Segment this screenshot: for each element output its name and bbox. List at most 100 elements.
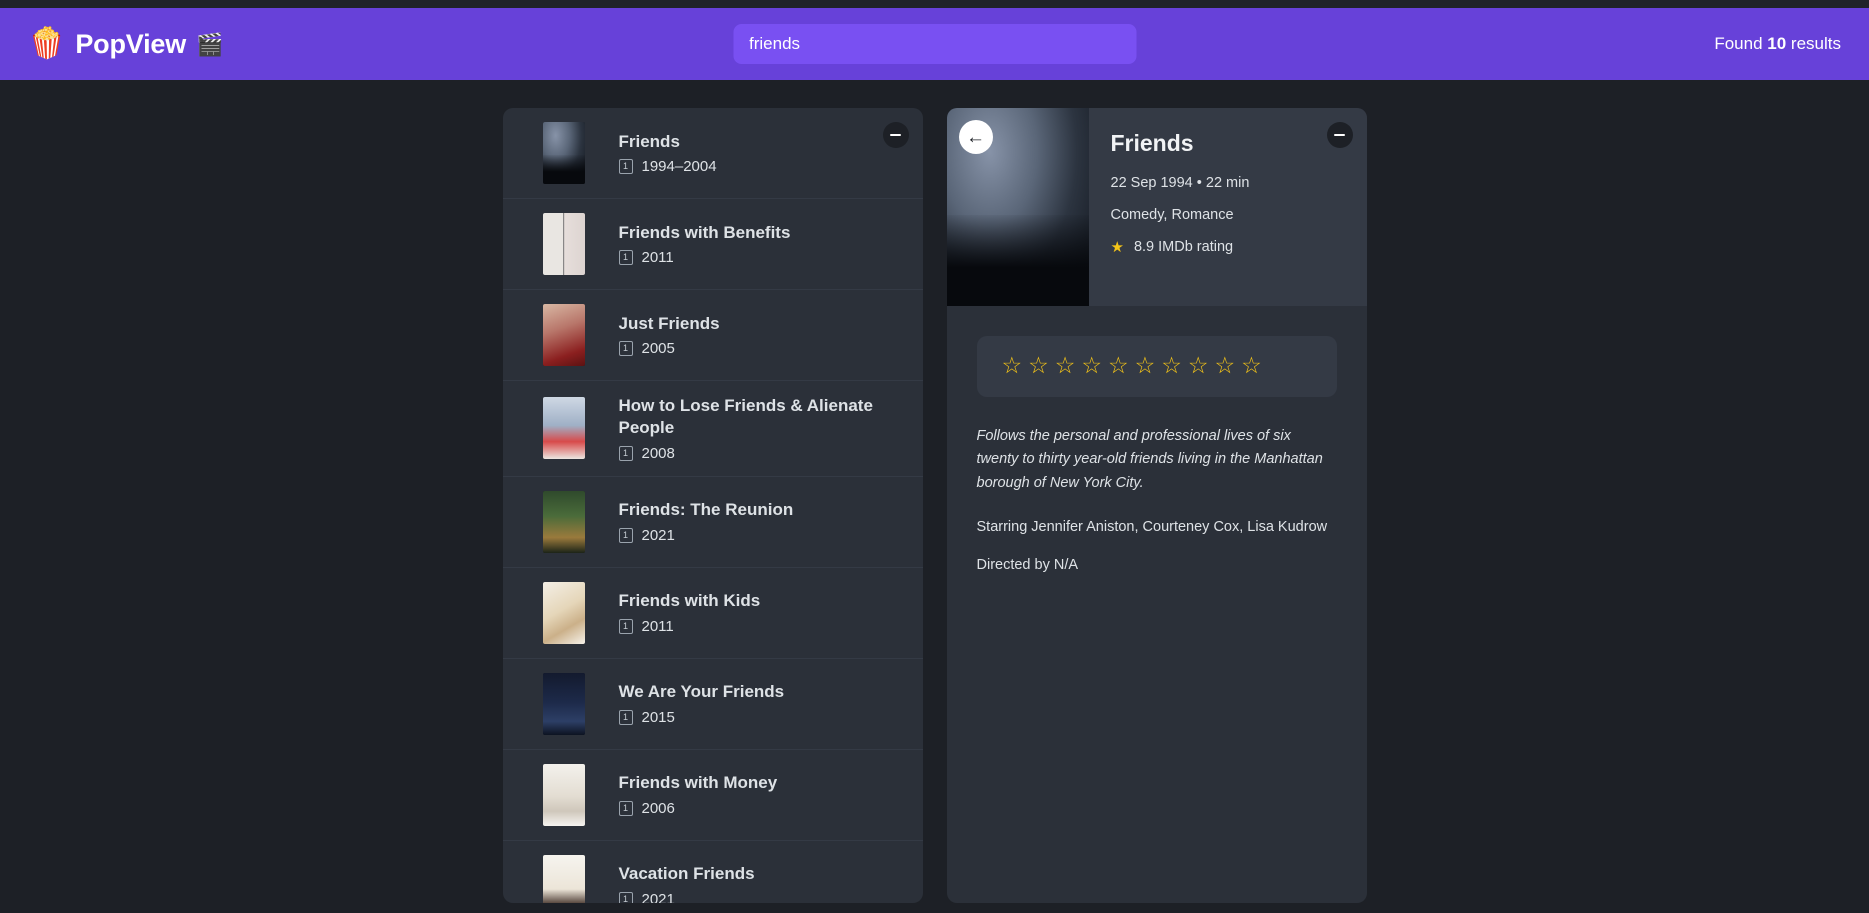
- poster-art: [542, 304, 585, 366]
- rating-star-6[interactable]: ☆: [1134, 355, 1157, 378]
- rating-star-5[interactable]: ☆: [1107, 355, 1130, 378]
- rating-star-2[interactable]: ☆: [1027, 355, 1050, 378]
- list-item-info: How to Lose Friends & Alienate People 1 20…: [618, 395, 895, 462]
- list-item-year: 2021: [641, 890, 675, 903]
- poster-thumbnail: [542, 490, 585, 553]
- list-item[interactable]: Friends 1 1994–2004: [502, 108, 923, 199]
- poster-art: [542, 763, 585, 826]
- list-item-title: Just Friends: [618, 313, 720, 333]
- list-item[interactable]: Friends with Benefits 1 2011: [502, 199, 923, 290]
- movie-detail-panel: ← Friends 22 Sep 1994 • 22 min Comedy, R…: [946, 108, 1367, 903]
- rating-star-4[interactable]: ☆: [1080, 355, 1103, 378]
- list-item-title: Friends: The Reunion: [618, 500, 794, 520]
- detail-plot: Follows the personal and professional li…: [976, 428, 1323, 491]
- list-item-title: Friends with Money: [618, 773, 778, 793]
- list-item-info: Vacation Friends 1 2021: [618, 863, 895, 903]
- app-brand: 🍿 PopView 🎬: [28, 29, 223, 60]
- rating-star-8[interactable]: ☆: [1187, 355, 1210, 378]
- list-item-info: Friends with Money 1 2006: [618, 772, 895, 817]
- calendar-icon: 1: [618, 445, 633, 461]
- calendar-icon: 1: [618, 800, 633, 816]
- list-item-meta: 1 2011: [618, 249, 895, 267]
- list-item-info: Friends 1 1994–2004: [618, 131, 895, 175]
- poster-art: [542, 397, 585, 460]
- calendar-icon: 1: [618, 341, 633, 357]
- search-input[interactable]: [733, 24, 1136, 64]
- calendar-icon: 1: [618, 709, 633, 725]
- clapperboard-icon: 🎬: [196, 32, 224, 57]
- poster-thumbnail: [542, 763, 585, 826]
- detail-starring: Starring Jennifer Aniston, Courteney Cox…: [976, 519, 1328, 536]
- list-item-meta: 1 2015: [618, 708, 895, 726]
- list-item-title: Friends: [618, 131, 680, 151]
- rating-star-1[interactable]: ☆: [1001, 355, 1024, 378]
- poster-thumbnail: [542, 304, 585, 366]
- poster-art: [542, 854, 585, 903]
- list-item-info: Friends: The Reunion 1 2021: [618, 499, 895, 544]
- results-panel: Friends 1 1994–2004 Friends with Benefits 1 2…: [502, 108, 923, 903]
- user-rating-widget[interactable]: ☆ ☆ ☆ ☆ ☆ ☆ ☆ ☆ ☆ ☆: [976, 336, 1337, 397]
- list-item[interactable]: Friends with Money 1 2006: [502, 750, 923, 841]
- detail-imdb-rating: ★ 8.9 IMDb rating: [1111, 239, 1347, 255]
- list-item[interactable]: Friends with Kids 1 2011: [502, 568, 923, 659]
- list-item-title: We Are Your Friends: [618, 682, 785, 702]
- app-header: 🍿 PopView 🎬 Found 10 results: [0, 8, 1869, 80]
- popcorn-icon: 🍿: [28, 27, 66, 60]
- detail-director: Directed by N/A: [976, 557, 1079, 574]
- poster-thumbnail: [542, 581, 585, 644]
- poster-art: [542, 672, 585, 735]
- calendar-icon: 1: [618, 527, 633, 543]
- list-item[interactable]: Vacation Friends 1 2021: [503, 841, 923, 903]
- poster-thumbnail: [542, 672, 585, 735]
- results-count: Found 10 results: [1714, 34, 1841, 54]
- list-item-title: Friends with Benefits: [618, 222, 791, 242]
- list-item-year: 2005: [641, 340, 675, 358]
- list-item[interactable]: How to Lose Friends & Alienate People 1 20…: [502, 381, 923, 477]
- poster-thumbnail: [542, 213, 585, 275]
- poster-art: [542, 213, 585, 275]
- results-count-prefix: Found: [1714, 34, 1763, 53]
- window-chrome-strip: [0, 0, 1869, 8]
- list-item-title: How to Lose Friends & Alienate People: [618, 396, 873, 437]
- detail-body: ☆ ☆ ☆ ☆ ☆ ☆ ☆ ☆ ☆ ☆ Follows the personal and prof…: [947, 306, 1367, 903]
- list-item-year: 2015: [641, 708, 675, 726]
- list-item-year: 2006: [641, 799, 675, 817]
- list-item-title: Vacation Friends: [618, 864, 755, 884]
- results-count-suffix: results: [1790, 34, 1841, 53]
- rating-star-10[interactable]: ☆: [1240, 355, 1263, 378]
- list-item[interactable]: Just Friends 1 2005: [502, 290, 923, 381]
- app-title: PopView: [75, 28, 186, 59]
- poster-thumbnail: [542, 397, 585, 460]
- detail-header: ← Friends 22 Sep 1994 • 22 min Comedy, R…: [946, 108, 1367, 306]
- list-item[interactable]: Friends: The Reunion 1 2021: [502, 477, 923, 568]
- calendar-icon: 1: [618, 891, 633, 903]
- detail-header-info: Friends 22 Sep 1994 • 22 min Comedy, Rom…: [1089, 108, 1367, 306]
- list-item-year: 2011: [641, 617, 674, 635]
- detail-title: Friends: [1110, 130, 1194, 156]
- list-item-meta: 1 2021: [618, 890, 895, 903]
- collapse-results-button[interactable]: [882, 122, 909, 148]
- rating-star-3[interactable]: ☆: [1054, 355, 1077, 378]
- list-item-meta: 1 2011: [618, 617, 895, 635]
- rating-star-9[interactable]: ☆: [1214, 355, 1237, 378]
- list-item-info: We Are Your Friends 1 2015: [618, 681, 895, 726]
- detail-poster: ←: [946, 108, 1089, 306]
- results-list: Friends 1 1994–2004 Friends with Benefits 1 2…: [502, 108, 923, 903]
- list-item-year: 2011: [641, 249, 674, 267]
- back-button[interactable]: ←: [958, 120, 993, 154]
- rating-star-7[interactable]: ☆: [1160, 355, 1183, 378]
- list-item-year: 2008: [641, 444, 675, 462]
- detail-released-runtime: 22 Sep 1994 • 22 min: [1110, 174, 1250, 191]
- list-item-meta: 1 2006: [618, 799, 895, 817]
- star-icon: ★: [1110, 238, 1124, 256]
- collapse-detail-button[interactable]: [1326, 122, 1353, 148]
- calendar-icon: 1: [618, 618, 633, 634]
- list-item[interactable]: We Are Your Friends 1 2015: [502, 659, 923, 750]
- calendar-icon: 1: [618, 159, 633, 175]
- minus-icon: [890, 134, 901, 136]
- list-item-meta: 1 2008: [618, 444, 895, 462]
- imdb-rating-text: 8.9 IMDb rating: [1133, 239, 1234, 256]
- list-item-info: Friends with Kids 1 2011: [618, 590, 895, 635]
- poster-thumbnail: [542, 122, 585, 184]
- list-item-info: Just Friends 1 2005: [618, 313, 895, 358]
